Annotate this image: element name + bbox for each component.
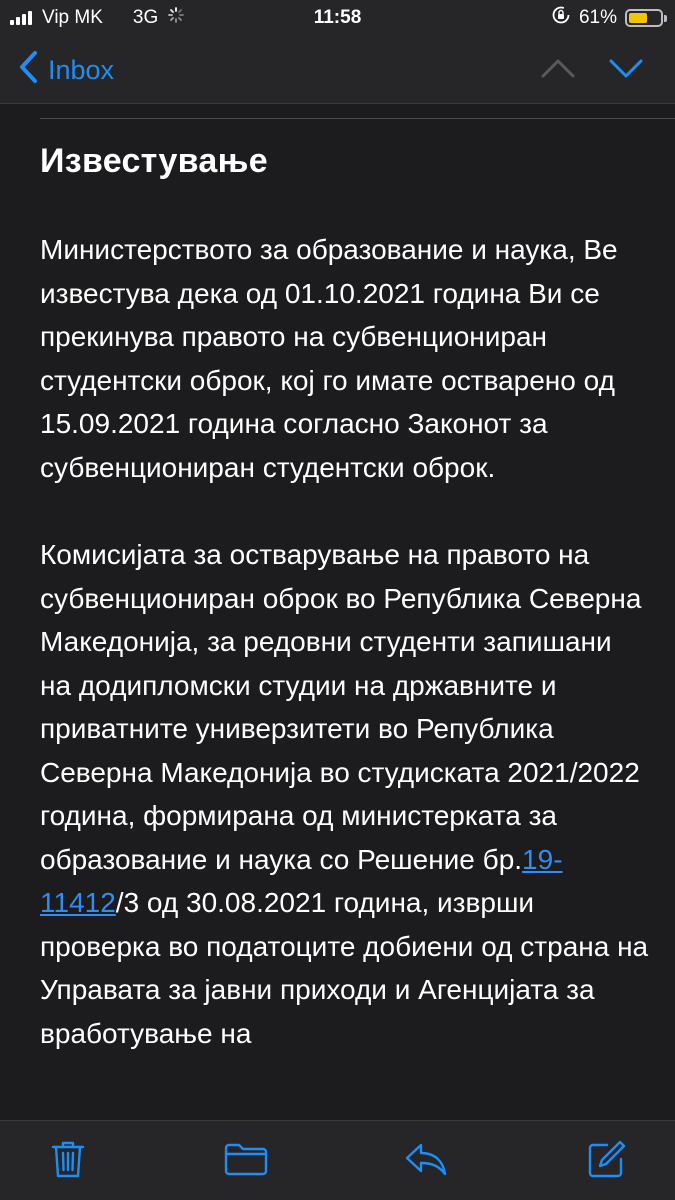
mail-screen: Vip MK 3G 11:58 61% Inbox Известување Ми… xyxy=(0,0,675,1200)
back-label: Inbox xyxy=(48,54,115,85)
status-left: Vip MK 3G xyxy=(10,0,185,36)
bottom-toolbar xyxy=(0,1120,675,1200)
battery-level xyxy=(629,13,648,23)
email-paragraph: Министерството за образование и наука, В… xyxy=(40,234,618,483)
status-right: 61% xyxy=(551,0,667,36)
header-divider xyxy=(40,118,675,119)
compose-icon xyxy=(587,1139,627,1184)
chevron-down-icon xyxy=(608,57,644,84)
network-type: 3G xyxy=(132,7,159,28)
activity-spinner-icon xyxy=(168,7,185,29)
carrier-name: Vip MK xyxy=(42,7,103,28)
battery-percent: 61% xyxy=(578,7,617,28)
paragraph-text: Комисијата за остварување на правото на … xyxy=(40,539,642,875)
email-subject: Известување xyxy=(40,142,268,180)
signal-icon xyxy=(10,11,32,25)
move-to-folder-button[interactable] xyxy=(224,1139,268,1183)
previous-message-button[interactable] xyxy=(536,50,580,90)
battery-icon xyxy=(625,9,667,27)
reply-icon xyxy=(404,1141,448,1182)
compose-button[interactable] xyxy=(585,1139,629,1183)
email-body: Министерството за образование и наука, В… xyxy=(40,228,650,1099)
trash-icon xyxy=(50,1139,86,1184)
reply-button[interactable] xyxy=(404,1139,448,1183)
chevron-left-icon xyxy=(18,50,38,91)
email-paragraph: Комисијата за остварување на правото на … xyxy=(40,533,650,1055)
folder-icon xyxy=(223,1141,269,1182)
email-content[interactable]: Известување Министерството за образовани… xyxy=(0,104,675,1120)
nav-bar: Inbox xyxy=(0,36,675,104)
orientation-lock-icon xyxy=(551,5,571,31)
chevron-up-icon xyxy=(540,57,576,84)
status-bar: Vip MK 3G 11:58 61% xyxy=(0,0,675,36)
back-to-inbox-button[interactable]: Inbox xyxy=(18,50,114,90)
next-message-button[interactable] xyxy=(604,50,648,90)
paragraph-text: /3 од 30.08.2021 година, изврши проверка… xyxy=(40,887,649,1049)
delete-button[interactable] xyxy=(46,1139,90,1183)
